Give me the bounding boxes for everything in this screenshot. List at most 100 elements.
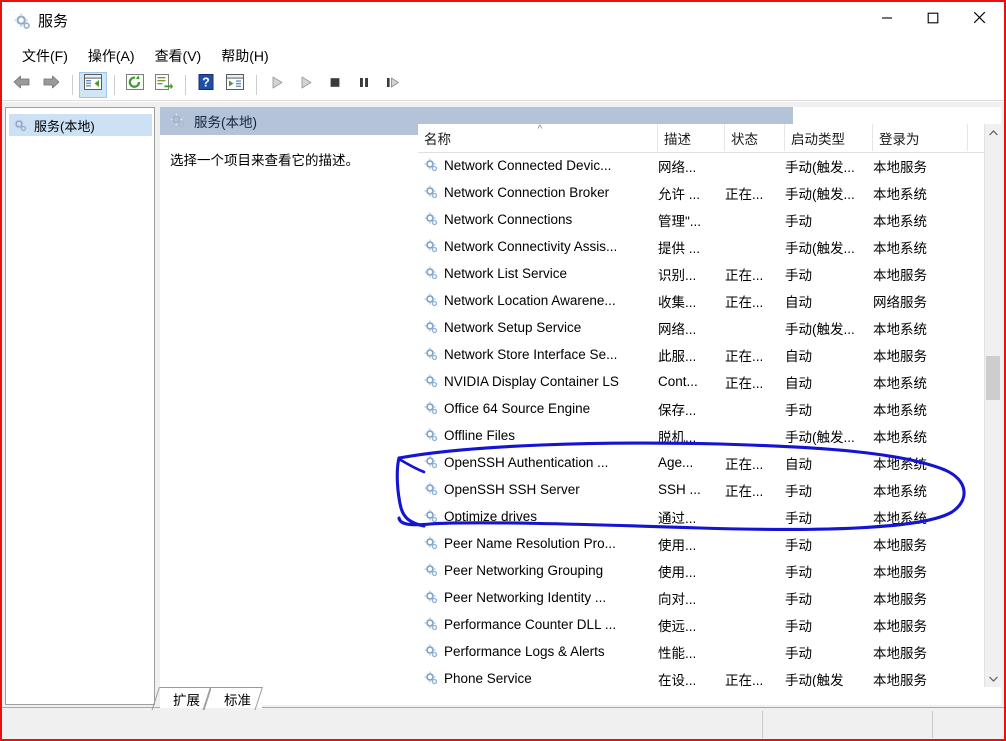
- status-bar-divider: [762, 711, 763, 738]
- properties-button[interactable]: [221, 72, 249, 98]
- service-status-cell: [725, 206, 783, 233]
- service-name-cell: Peer Networking Grouping: [424, 557, 603, 584]
- show-hide-console-tree-button[interactable]: [79, 71, 107, 98]
- close-button[interactable]: [956, 2, 1002, 33]
- column-name[interactable]: 名称 ^: [418, 124, 658, 151]
- service-gear-icon: [424, 482, 439, 497]
- column-log-on-as[interactable]: 登录为: [873, 124, 968, 151]
- tab-extended-label: 扩展: [173, 692, 200, 708]
- service-description-cell: 网络...: [658, 159, 697, 175]
- restart-service-button[interactable]: [379, 72, 407, 98]
- service-startup-type-cell: 手动: [785, 645, 812, 661]
- table-row[interactable]: NVIDIA Display Container LS Cont... 正在... 自…: [418, 368, 984, 395]
- service-gear-icon: [424, 509, 439, 524]
- menu-view[interactable]: 查看(V): [145, 43, 212, 69]
- start-service-button[interactable]: [263, 72, 291, 98]
- arrow-right-icon: [41, 74, 61, 95]
- service-name-cell: Office 64 Source Engine: [424, 395, 590, 422]
- scroll-up-arrow-icon[interactable]: [985, 124, 1001, 141]
- menu-help[interactable]: 帮助(H): [211, 43, 278, 69]
- table-row[interactable]: Network Connection Broker 允许 ... 正在... 手动(触…: [418, 179, 984, 206]
- pause-service-button[interactable]: [350, 72, 378, 98]
- tab-standard[interactable]: 标准: [211, 687, 262, 708]
- list-vertical-scrollbar[interactable]: [984, 124, 1001, 687]
- resume-service-button[interactable]: [292, 72, 320, 98]
- service-name-label: Network Connected Devic...: [444, 158, 612, 173]
- service-description-cell: 使用...: [658, 537, 697, 553]
- column-status[interactable]: 状态: [725, 124, 785, 151]
- service-startup-type-cell: 手动: [785, 267, 812, 283]
- service-gear-icon: [424, 266, 439, 281]
- service-description-cell: 保存...: [658, 402, 697, 418]
- help-button[interactable]: ?: [192, 72, 220, 98]
- column-startup-type[interactable]: 启动类型: [785, 124, 873, 151]
- service-name-cell: Network Connected Devic...: [424, 152, 611, 179]
- table-row[interactable]: OpenSSH SSH Server SSH ... 正在... 手动 本地系统: [418, 476, 984, 503]
- column-status-label: 状态: [731, 131, 758, 147]
- menu-file[interactable]: 文件(F): [12, 43, 78, 69]
- table-row[interactable]: Peer Networking Identity ... 向对... 手动 本地服务: [418, 584, 984, 611]
- service-startup-type-cell: 手动: [785, 591, 812, 607]
- table-row[interactable]: Network Connected Devic... 网络... 手动(触发... 本…: [418, 152, 984, 179]
- export-list-button[interactable]: [150, 72, 178, 98]
- properties-icon: [226, 74, 244, 95]
- scroll-down-arrow-icon[interactable]: [985, 670, 1001, 687]
- column-log-on-as-label: 登录为: [879, 131, 920, 147]
- service-name-label: Network Setup Service: [444, 320, 582, 335]
- table-row[interactable]: Phone Service 在设... 正在... 手动(触发 本地服务: [418, 665, 984, 687]
- results-pane: 服务(本地) 选择一个项目来查看它的描述。 名称 ^ 描述 状态 启动类型 登录…: [160, 107, 1001, 705]
- sidebar-item-services-local[interactable]: 服务(本地): [9, 114, 152, 136]
- service-log-on-as-cell: 本地系统: [873, 510, 927, 526]
- service-gear-icon: [424, 401, 439, 416]
- refresh-button[interactable]: [121, 72, 149, 98]
- table-row[interactable]: Network Connections 管理"... 手动 本地系统: [418, 206, 984, 233]
- table-row[interactable]: Network Setup Service 网络... 手动(触发... 本地系统: [418, 314, 984, 341]
- service-startup-type-cell: 手动: [785, 618, 812, 634]
- forward-button[interactable]: [37, 72, 65, 98]
- table-row[interactable]: OpenSSH Authentication ... Age... 正在... 自动 本…: [418, 449, 984, 476]
- service-name-label: Network Connection Broker: [444, 185, 610, 200]
- export-list-icon: [155, 74, 173, 95]
- service-status-cell: 正在...: [725, 375, 764, 391]
- table-row[interactable]: Network Location Awarene... 收集... 正在... 自动 网…: [418, 287, 984, 314]
- service-name-cell: NVIDIA Display Container LS: [424, 368, 619, 395]
- table-row[interactable]: Office 64 Source Engine 保存... 手动 本地系统: [418, 395, 984, 422]
- service-startup-type-cell: 手动(触发...: [785, 429, 855, 445]
- service-status-cell: [725, 638, 783, 665]
- table-row[interactable]: Peer Name Resolution Pro... 使用... 手动 本地服务: [418, 530, 984, 557]
- table-row[interactable]: Network Connectivity Assis... 提供 ... 手动(触发…: [418, 233, 984, 260]
- table-row[interactable]: Offline Files 脱机... 手动(触发... 本地系统: [418, 422, 984, 449]
- services-gear-icon: [14, 13, 32, 31]
- app-root: 服务 文件(F) 操作(A) 查看(V) 帮助(H) ? 服务(本地) 服务(本…: [0, 0, 1006, 741]
- service-gear-icon: [424, 374, 439, 389]
- window-title: 服务: [38, 13, 69, 30]
- table-row[interactable]: Network List Service 识别... 正在... 手动 本地服务: [418, 260, 984, 287]
- service-name-cell: OpenSSH SSH Server: [424, 476, 580, 503]
- column-description[interactable]: 描述: [658, 124, 725, 151]
- service-name-label: Peer Networking Identity ...: [444, 590, 607, 605]
- service-name-label: Network Connections: [444, 212, 573, 227]
- service-startup-type-cell: 手动(触发...: [785, 186, 855, 202]
- service-status-cell: 正在...: [725, 267, 764, 283]
- service-gear-icon: [424, 563, 439, 578]
- table-row[interactable]: Performance Counter DLL ... 使远... 手动 本地服务: [418, 611, 984, 638]
- back-button[interactable]: [8, 72, 36, 98]
- service-status-cell: 正在...: [725, 186, 764, 202]
- menu-action[interactable]: 操作(A): [78, 43, 145, 69]
- sidebar-item-label: 服务(本地): [34, 118, 95, 134]
- service-description-pane: 选择一个项目来查看它的描述。: [160, 135, 418, 687]
- table-row[interactable]: Network Store Interface Se... 此服... 正在... 自…: [418, 341, 984, 368]
- maximize-button[interactable]: [910, 2, 956, 33]
- service-name-cell: Network Connection Broker: [424, 179, 609, 206]
- service-name-cell: Network Setup Service: [424, 314, 581, 341]
- stop-service-button[interactable]: [321, 72, 349, 98]
- table-row[interactable]: Peer Networking Grouping 使用... 手动 本地服务: [418, 557, 984, 584]
- minimize-button[interactable]: [864, 2, 910, 33]
- help-question-icon: ?: [198, 74, 215, 95]
- table-row[interactable]: Performance Logs & Alerts 性能... 手动 本地服务: [418, 638, 984, 665]
- table-row[interactable]: Optimize drives 通过... 手动 本地系统: [418, 503, 984, 530]
- column-name-label: 名称: [424, 131, 451, 147]
- console-tree-icon: [84, 74, 102, 95]
- scrollbar-thumb[interactable]: [986, 356, 1000, 400]
- service-status-cell: [725, 233, 783, 260]
